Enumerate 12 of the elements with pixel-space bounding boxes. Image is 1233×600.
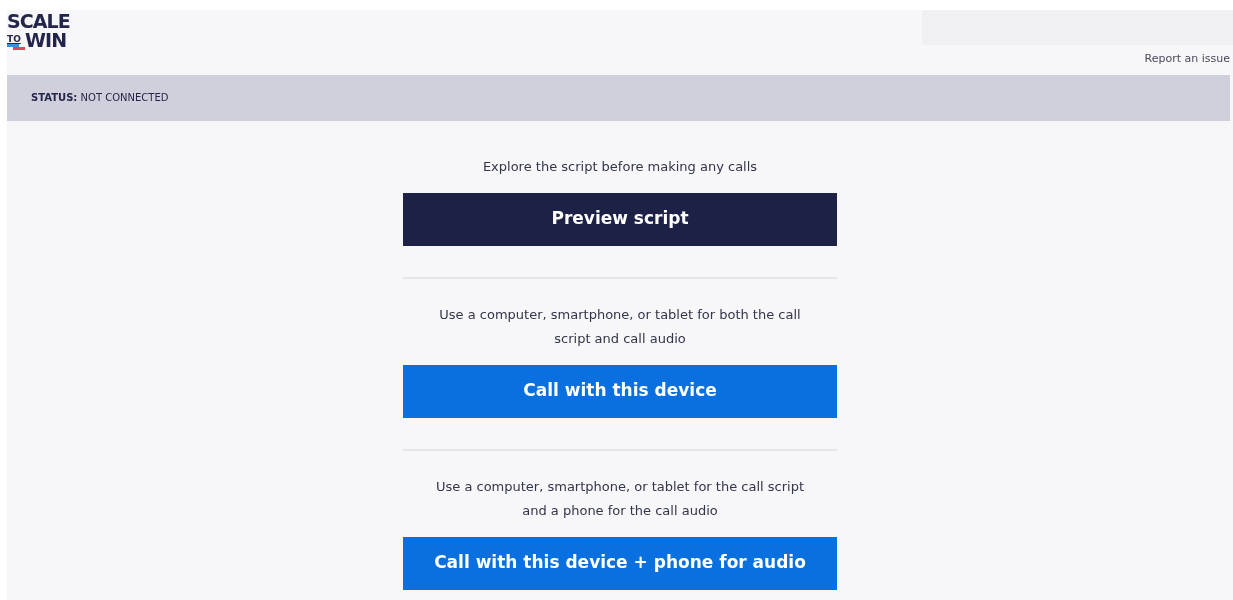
option-description: Use a computer, smartphone, or tablet for the call script and a phone for the call audio bbox=[435, 477, 805, 520]
status-text: STATUS: NOT CONNECTED bbox=[31, 91, 169, 105]
logo-text: WIN bbox=[25, 31, 67, 50]
option-description: Explore the script before making any calls bbox=[481, 157, 759, 176]
logo-text: TO bbox=[7, 35, 21, 44]
option-button[interactable]: Call with this device bbox=[403, 364, 837, 418]
logo-text: SCALE bbox=[7, 12, 71, 31]
stripe-icon bbox=[7, 44, 25, 50]
report-link[interactable]: Report an issue bbox=[1144, 51, 1230, 68]
option-button[interactable]: Preview script bbox=[403, 192, 837, 246]
option-description: Use a computer, smartphone, or tablet for both the call script and call audio bbox=[438, 305, 802, 348]
option-button[interactable]: Call with this device + phone for audio bbox=[403, 536, 837, 590]
